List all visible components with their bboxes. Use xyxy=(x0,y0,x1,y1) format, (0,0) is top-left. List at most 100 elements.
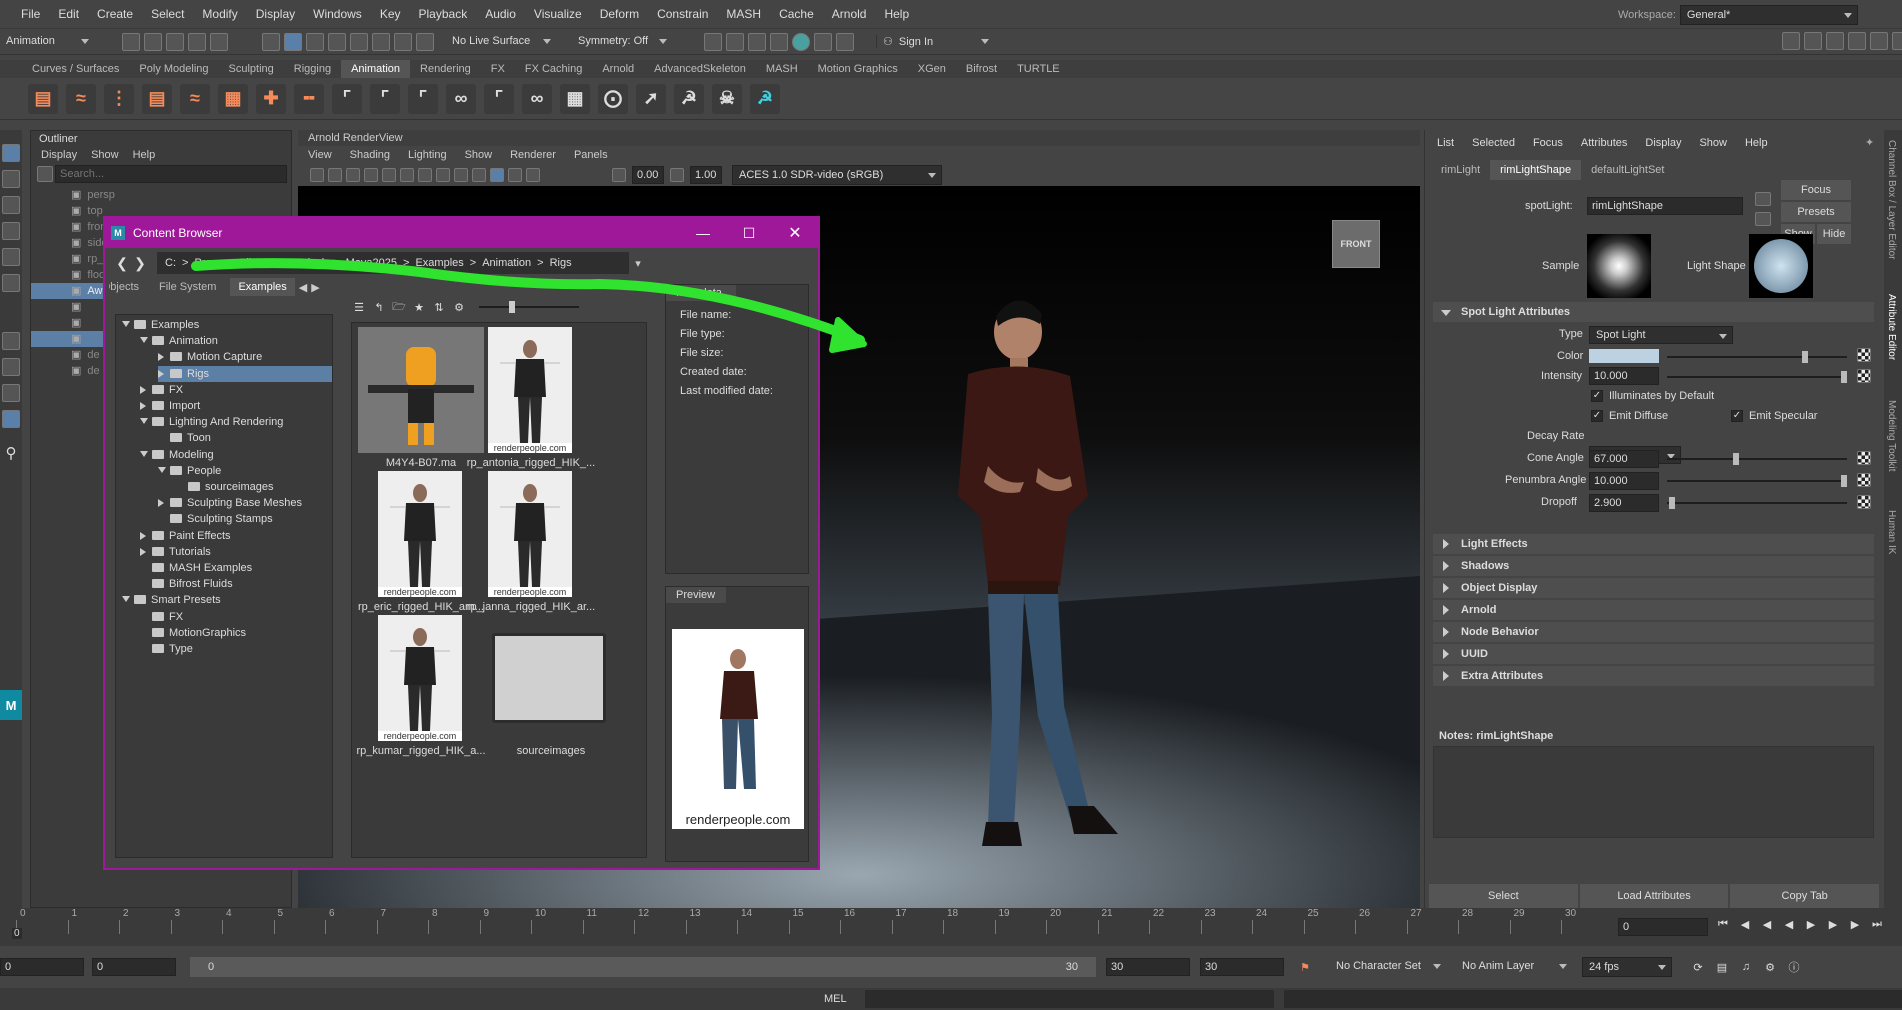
undo-icon[interactable] xyxy=(188,32,206,51)
symmetry-dropdown[interactable]: Symmetry: Off xyxy=(572,31,672,52)
tree-item[interactable]: MASH Examples xyxy=(140,560,252,576)
step-back-frame-icon[interactable]: ◀ xyxy=(1756,918,1778,931)
shelf-tab-turtle[interactable]: TURTLE xyxy=(1007,60,1070,78)
snap-grid-icon[interactable] xyxy=(328,32,346,51)
ae-tab-defaultlightset[interactable]: defaultLightSet xyxy=(1581,160,1674,180)
dropoff-map-icon[interactable] xyxy=(1857,495,1871,509)
type-dropdown[interactable]: Spot Light xyxy=(1589,326,1733,344)
side-tab-human-ik[interactable]: Human IK xyxy=(1886,510,1897,554)
settings-icon[interactable]: ⚙ xyxy=(449,301,469,314)
shelf-tab-arnold[interactable]: Arnold xyxy=(592,60,644,78)
current-frame-field[interactable]: 0 xyxy=(1618,918,1708,936)
shelf-tab-poly-modeling[interactable]: Poly Modeling xyxy=(129,60,218,78)
snap-point-icon[interactable] xyxy=(372,32,390,51)
expand-down-icon[interactable] xyxy=(122,596,130,606)
render-view-menu-show[interactable]: Show xyxy=(465,149,493,161)
animation-start-field[interactable]: 0 xyxy=(0,958,84,976)
cone-angle-field[interactable]: 67.000 xyxy=(1589,450,1659,468)
toggle-channelbox-icon[interactable] xyxy=(1804,32,1822,50)
shelf-parent-icon[interactable]: ⌜ xyxy=(484,83,514,114)
mode-dropdown[interactable]: Animation xyxy=(0,31,94,52)
expand-down-icon[interactable] xyxy=(122,321,130,331)
menu-visualize[interactable]: Visualize xyxy=(525,0,591,29)
copy-tab-button[interactable]: Copy Tab xyxy=(1730,884,1880,908)
snap-surface-icon[interactable] xyxy=(416,32,434,51)
gamma-field[interactable]: 1.00 xyxy=(690,166,722,184)
layout-two-icon[interactable] xyxy=(2,384,20,402)
snapshot-icon[interactable] xyxy=(346,168,360,182)
side-tab-channel-box[interactable]: Channel Box / Layer Editor xyxy=(1886,140,1897,260)
expand-down-icon[interactable] xyxy=(140,418,148,428)
shelf-motion-trail-icon[interactable]: ≈ xyxy=(180,83,210,114)
ae-menu-focus[interactable]: Focus xyxy=(1533,137,1563,149)
sort-icon[interactable]: ⇅ xyxy=(429,301,449,314)
shelf-tab-mash[interactable]: MASH xyxy=(756,60,808,78)
pause-icon[interactable] xyxy=(836,32,854,51)
focus-button[interactable]: Focus xyxy=(1781,180,1851,200)
scale-tool-icon[interactable] xyxy=(2,274,20,292)
shelf-tab-xgen[interactable]: XGen xyxy=(908,60,956,78)
ae-menu-help[interactable]: Help xyxy=(1745,137,1768,149)
shelf-ik-icon[interactable]: ⌜ xyxy=(370,83,400,114)
tree-item[interactable]: FX xyxy=(140,382,183,398)
outliner-menu-display[interactable]: Display xyxy=(41,149,77,161)
section-shadows[interactable]: Shadows xyxy=(1433,556,1874,576)
illuminates-default-checkbox[interactable]: ✓ Illuminates by Default xyxy=(1591,390,1714,402)
anim-layer-dropdown[interactable]: No Anim Layer xyxy=(1456,957,1572,977)
tab-objects[interactable]: Objects xyxy=(109,281,139,293)
animation-end-field[interactable]: 30 xyxy=(1200,958,1284,976)
section-object-display[interactable]: Object Display xyxy=(1433,578,1874,598)
ae-menu-display[interactable]: Display xyxy=(1645,137,1681,149)
shelf-tab-animation[interactable]: Animation xyxy=(341,60,411,78)
menu-constrain[interactable]: Constrain xyxy=(648,0,717,29)
toggle-outliner-icon[interactable] xyxy=(1870,32,1888,50)
shelf-tab-motion-graphics[interactable]: Motion Graphics xyxy=(808,60,908,78)
shelf-skull-icon[interactable]: ☠ xyxy=(712,83,742,114)
tab-examples[interactable]: Examples xyxy=(230,278,295,296)
outliner-filter-icon[interactable] xyxy=(37,166,53,182)
tree-item[interactable]: Sculpting Stamps xyxy=(158,511,273,527)
tree-item[interactable]: People xyxy=(158,463,221,479)
menu-select[interactable]: Select xyxy=(142,0,193,29)
color-map-icon[interactable] xyxy=(1857,348,1871,362)
tree-item[interactable]: Examples xyxy=(122,317,199,333)
shelf-keyframe-icon[interactable]: ▤ xyxy=(28,83,58,114)
path-segment[interactable]: C: xyxy=(165,257,176,269)
menu-help[interactable]: Help xyxy=(875,0,918,29)
path-breadcrumb[interactable]: C: > Program Files > Autodesk > Maya2025 > Examp… xyxy=(157,252,629,274)
tab-scroll-left-icon[interactable]: ◀ xyxy=(299,281,307,294)
side-tab-modeling-toolkit[interactable]: Modeling Toolkit xyxy=(1886,400,1897,472)
color-slider[interactable] xyxy=(1667,351,1847,363)
pin-icon[interactable]: ✦ xyxy=(1865,136,1874,149)
expand-right-icon[interactable] xyxy=(158,369,168,378)
step-forward-frame-icon[interactable]: ▶ xyxy=(1822,918,1844,931)
section-spot-light-attributes[interactable]: Spot Light Attributes xyxy=(1433,302,1874,322)
shelf-tab-sculpting[interactable]: Sculpting xyxy=(219,60,284,78)
shelf-lattice-icon[interactable]: ▦ xyxy=(560,83,590,114)
load-attributes-button[interactable]: Load Attributes xyxy=(1579,884,1729,908)
intensity-map-icon[interactable] xyxy=(1857,369,1871,383)
crop-icon[interactable] xyxy=(364,168,378,182)
render-view-menu-renderer[interactable]: Renderer xyxy=(510,149,556,161)
favorite-icon[interactable]: ★ xyxy=(409,301,429,314)
ae-menu-attributes[interactable]: Attributes xyxy=(1581,137,1627,149)
auto-key-icon[interactable]: ⚑ xyxy=(1294,961,1316,974)
shelf-dope-sheet-icon[interactable]: ⋮ xyxy=(104,83,134,114)
menu-modify[interactable]: Modify xyxy=(193,0,246,29)
workspace-dropdown[interactable]: General* xyxy=(1679,5,1858,25)
stop-icon[interactable] xyxy=(328,168,342,182)
snap-curve-icon[interactable] xyxy=(350,32,368,51)
input-connection-icon[interactable] xyxy=(1755,192,1771,206)
ae-menu-show[interactable]: Show xyxy=(1699,137,1727,149)
sphere-icon[interactable] xyxy=(508,168,522,182)
tab-file-system[interactable]: File System xyxy=(159,281,216,293)
toggle-attribute-editor-icon[interactable] xyxy=(1826,32,1844,50)
tree-item[interactable]: Sculpting Base Meshes xyxy=(158,495,302,511)
shelf-constraint-icon[interactable]: ∞ xyxy=(446,83,476,114)
tree-item[interactable]: Motion Capture xyxy=(158,349,262,365)
ae-menu-selected[interactable]: Selected xyxy=(1472,137,1515,149)
thumbnail-size-slider[interactable] xyxy=(479,301,579,313)
channel-b-icon[interactable] xyxy=(418,168,432,182)
shelf-tab-rigging[interactable]: Rigging xyxy=(284,60,341,78)
sound-icon[interactable]: ♫ xyxy=(1734,961,1758,973)
